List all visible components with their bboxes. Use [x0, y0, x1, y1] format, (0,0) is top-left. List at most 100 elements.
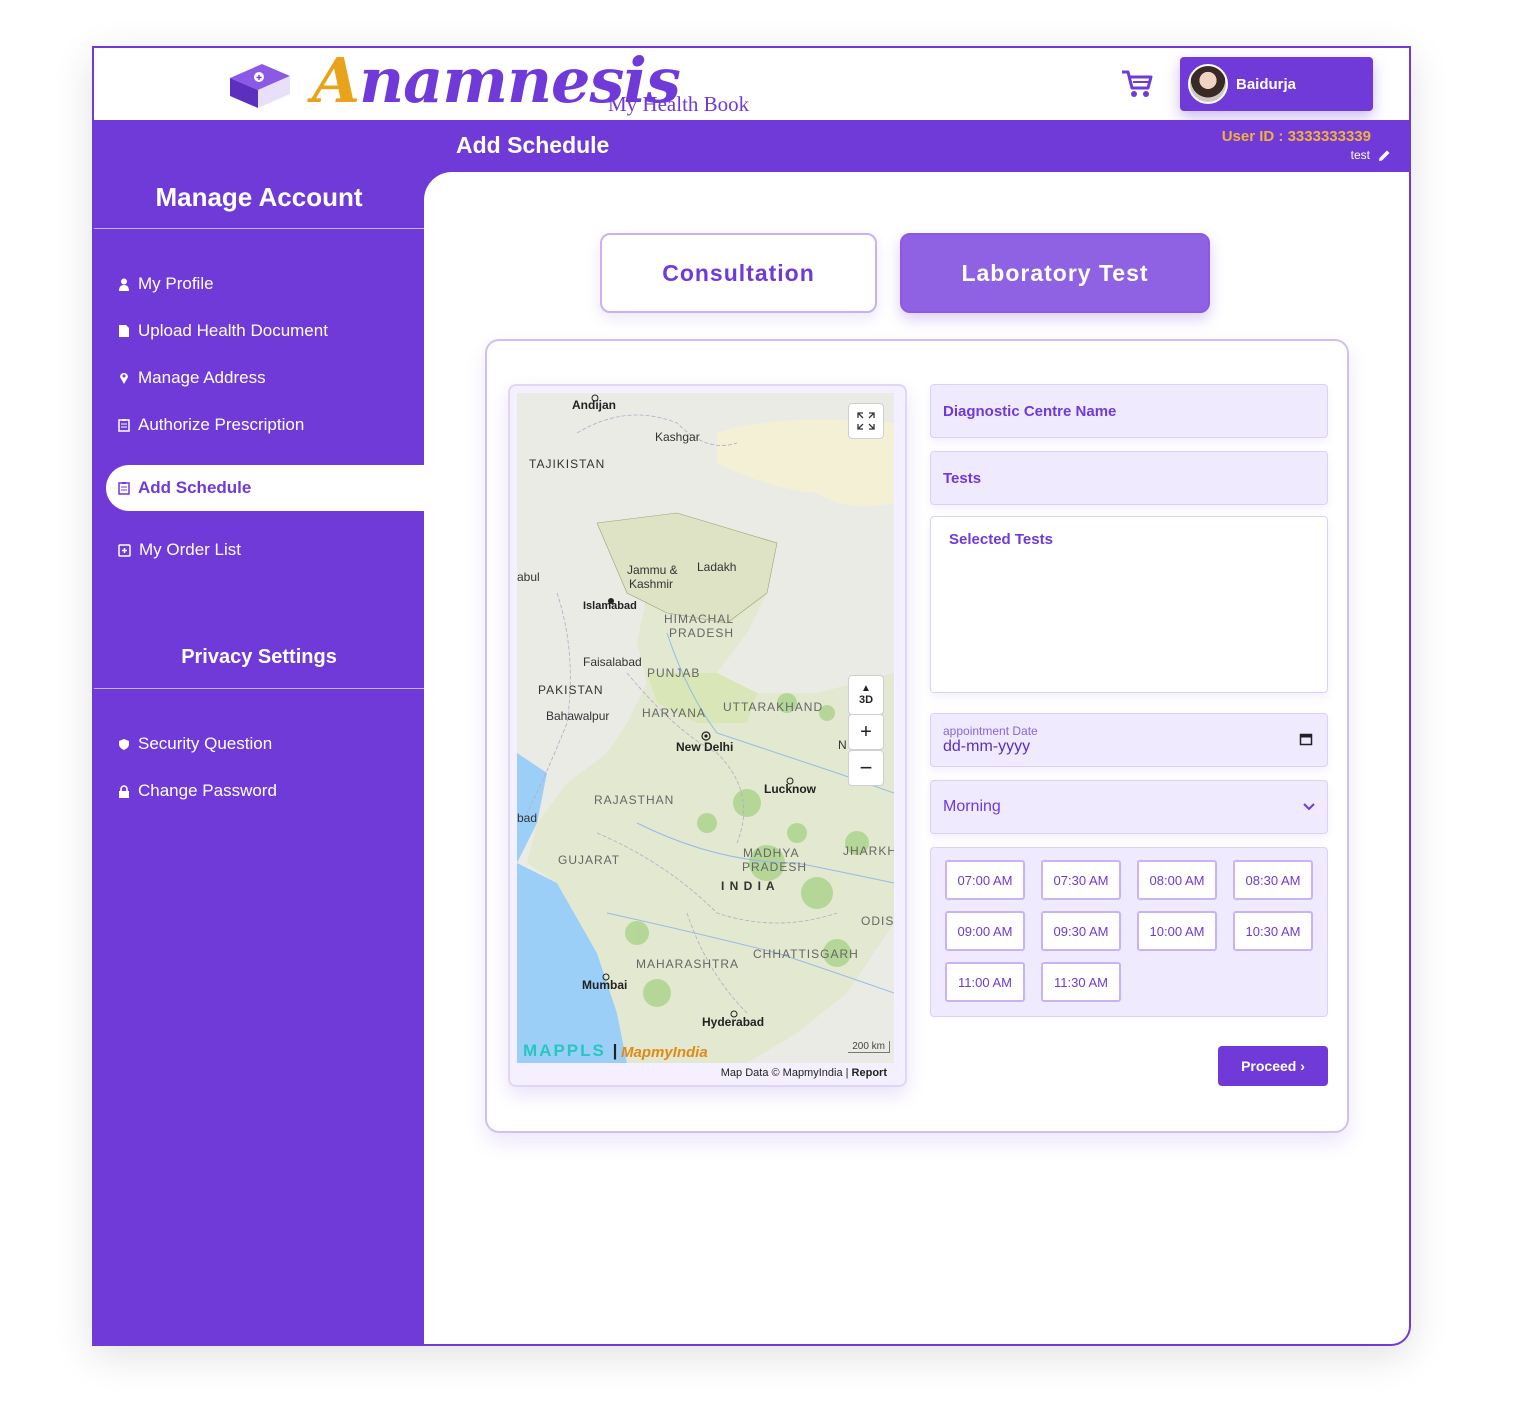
map-label-bahawalpur: Bahawalpur	[546, 709, 610, 723]
report-link[interactable]: Report	[852, 1067, 887, 1079]
time-slot-button[interactable]: 11:00 AM	[945, 962, 1025, 1002]
map-label-hyderabad: Hyderabad	[702, 1015, 765, 1029]
mappls-text: MAPPLS	[523, 1041, 606, 1060]
user-profile-button[interactable]: Baidurja	[1180, 57, 1373, 111]
map-label-pakistan: PAKISTAN	[538, 683, 604, 697]
map-credit: Map Data © MapmyIndia | Report	[721, 1067, 887, 1079]
mapmyindia-logo: MapmyIndia	[621, 1044, 708, 1061]
map-label-jammu: Jammu &	[627, 563, 678, 577]
sidebar-item-label: Security Question	[138, 734, 273, 753]
shield-icon	[119, 738, 129, 750]
proceed-button[interactable]: Proceed ›	[1218, 1046, 1328, 1086]
sidebar-item-my-order-list[interactable]: My Order List	[106, 527, 424, 573]
time-slot-button[interactable]: 11:30 AM	[1041, 962, 1121, 1002]
sidebar-item-security-question[interactable]: Security Question	[106, 721, 424, 767]
app-frame: ✚ Anamnesis My Health Book Baidurja Add …	[92, 46, 1411, 1346]
zoom-out-button[interactable]: −	[848, 750, 884, 786]
time-slot-button[interactable]: 08:30 AM	[1233, 860, 1313, 900]
content-panel: Consultation Laboratory Test Andijan Kas…	[424, 172, 1409, 1344]
tab-consultation[interactable]: Consultation	[600, 233, 877, 313]
time-slot-button[interactable]: 07:30 AM	[1041, 860, 1121, 900]
compass-icon: ▲	[861, 683, 871, 694]
map-label-madhya-pradesh: PRADESH	[742, 860, 808, 874]
zoom-in-button[interactable]: +	[848, 714, 884, 750]
map-label-new-delhi: New Delhi	[676, 740, 734, 754]
lock-icon	[119, 784, 129, 798]
sidebar-item-label: Authorize Prescription	[138, 415, 305, 434]
date-value: dd-mm-yyyy	[943, 738, 1031, 755]
map-label-chhattisgarh: CHHATTISGARH	[753, 947, 859, 961]
divider	[94, 228, 424, 229]
map-label-odisha: ODIS	[861, 914, 894, 928]
user-id-text: User ID : 3333333339	[1221, 128, 1371, 145]
user-sub-label: test	[1350, 148, 1370, 162]
document-icon	[119, 325, 129, 337]
sidebar-item-manage-address[interactable]: Manage Address	[106, 355, 424, 401]
map[interactable]: Andijan Kashgar TAJIKISTAN Jammu & Kashm…	[517, 393, 894, 1063]
3d-toggle-button[interactable]: ▲ 3D	[848, 675, 884, 715]
time-slot-button[interactable]: 08:00 AM	[1137, 860, 1217, 900]
map-label-kashmir: Kashmir	[629, 577, 674, 591]
map-label-tajikistan: TAJIKISTAN	[529, 457, 606, 471]
map-label-india: I N D I A	[721, 879, 776, 893]
sidebar-item-my-profile[interactable]: My Profile	[106, 261, 424, 307]
map-label-mumbai: Mumbai	[582, 978, 628, 992]
map-label-lucknow: Lucknow	[764, 782, 817, 796]
3d-label: 3D	[858, 694, 874, 706]
date-label: appointment Date	[943, 724, 1038, 738]
selected-tests-label: Selected Tests	[949, 531, 1053, 548]
session-value: Morning	[943, 798, 1001, 815]
brand-subtitle: My Health Book	[608, 92, 750, 116]
map-label-madhya: MADHYA	[743, 846, 800, 860]
sidebar-item-upload-health-document[interactable]: Upload Health Document	[106, 308, 424, 354]
map-container: Andijan Kashgar TAJIKISTAN Jammu & Kashm…	[508, 384, 907, 1087]
map-label-jharkhand: JHARKH	[843, 844, 894, 858]
sidebar-item-change-password[interactable]: Change Password	[106, 768, 424, 814]
sidebar-item-label: My Profile	[138, 274, 214, 293]
session-select[interactable]: Morning	[930, 780, 1328, 834]
user-name: Baidurja	[1236, 75, 1297, 93]
map-label-nepal-n: N	[838, 738, 847, 752]
user-icon	[119, 278, 129, 291]
time-slot-button[interactable]: 10:30 AM	[1233, 911, 1313, 951]
schedule-card: Andijan Kashgar TAJIKISTAN Jammu & Kashm…	[485, 339, 1349, 1133]
map-label-gujarat: GUJARAT	[558, 853, 621, 867]
tab-laboratory-test[interactable]: Laboratory Test	[900, 233, 1210, 313]
map-scale: 200 km	[848, 1041, 890, 1053]
sidebar-item-label: Add Schedule	[138, 478, 252, 497]
appointment-date-input[interactable]: appointment Date dd-mm-yyyy	[930, 713, 1328, 767]
time-slot-button[interactable]: 09:00 AM	[945, 911, 1025, 951]
map-label-islamabad: Islamabad	[583, 600, 637, 612]
map-label-maharashtra: MAHARASHTRA	[636, 957, 740, 971]
time-slot-button[interactable]: 09:30 AM	[1041, 911, 1121, 951]
map-label-faisalabad: Faisalabad	[583, 655, 642, 669]
map-label-kashgar: Kashgar	[655, 430, 700, 444]
time-slot-grid: 07:00 AM 07:30 AM 08:00 AM 08:30 AM 09:0…	[930, 847, 1328, 1017]
diagnostic-centre-input[interactable]: Diagnostic Centre Name	[930, 384, 1328, 438]
calendar-icon[interactable]	[1299, 732, 1313, 746]
map-label-ladakh: Ladakh	[697, 560, 737, 574]
selected-tests-box: Selected Tests	[930, 516, 1328, 693]
edit-pencil-icon[interactable]	[1378, 149, 1391, 162]
sidebar: Manage Account My Profile Upload Health …	[94, 172, 424, 1344]
mappls-logo: MAPPLS |	[523, 1041, 620, 1060]
time-slot-button[interactable]: 10:00 AM	[1137, 911, 1217, 951]
order-list-icon	[118, 544, 131, 557]
privacy-settings-title: Privacy Settings	[181, 646, 337, 668]
fullscreen-button[interactable]	[848, 403, 884, 439]
chevron-down-icon	[1303, 803, 1315, 811]
map-label-kabul: abul	[517, 570, 540, 584]
svg-text:✚: ✚	[256, 74, 262, 82]
page-title-bar: Add Schedule User ID : 3333333339 test	[94, 120, 1409, 172]
sidebar-item-label: Manage Address	[138, 368, 266, 387]
location-pin-icon	[120, 373, 128, 384]
time-slot-button[interactable]: 07:00 AM	[945, 860, 1025, 900]
sidebar-item-add-schedule[interactable]: Add Schedule	[106, 465, 424, 511]
map-label-uttarakhand: UTTARAKHAND	[723, 700, 824, 714]
cart-icon[interactable]	[1120, 68, 1154, 100]
expand-icon	[857, 412, 875, 430]
sidebar-item-label: My Order List	[139, 540, 242, 559]
tests-input[interactable]: Tests	[930, 451, 1328, 505]
sidebar-item-authorize-prescription[interactable]: Authorize Prescription	[106, 402, 424, 448]
map-label-haryana: HARYANA	[642, 706, 706, 720]
